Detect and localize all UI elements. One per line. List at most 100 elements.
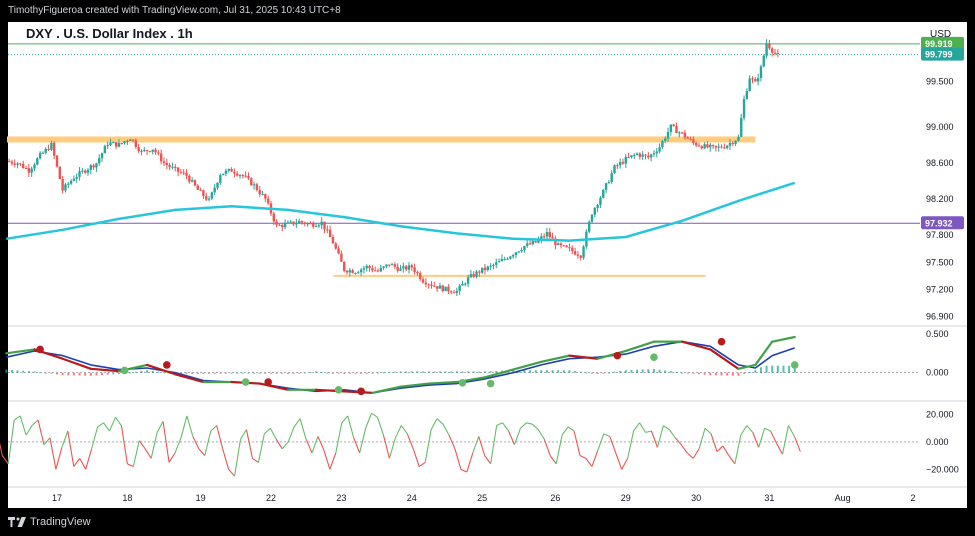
candle-body [283,223,287,228]
momentum-axis-tick: −20.000 [926,464,959,474]
macd-histogram-bar [377,372,379,374]
candle-body [326,229,329,231]
price-axis-tick: 99.000 [926,122,954,132]
candle-body [714,145,718,148]
candle-body [52,142,56,156]
candle-body [92,165,95,168]
candle-body [756,77,760,82]
macd-histogram-bar [692,372,695,374]
macd-histogram-bar [619,370,622,373]
candle-body [709,144,712,148]
candle-body [148,151,152,153]
macd-histogram-bar [776,365,779,373]
macd-histogram-bar [562,370,565,373]
macd-histogram-bar [275,372,278,374]
candle-body [419,273,422,280]
macd-histogram-bar [472,371,475,373]
macd-histogram-bar [33,371,36,373]
candle-body [531,241,535,245]
candle-body [590,214,594,222]
candle-body [472,274,475,277]
candle-body [444,286,447,292]
macd-line-segment [427,380,458,385]
macd-histogram-bar [253,372,256,374]
candle-body [185,172,188,176]
macd-histogram-bar [56,372,58,375]
macd-histogram-bar [337,372,340,374]
candle-body [390,264,394,266]
macd-histogram-bar [101,372,104,376]
candle-body [174,166,177,168]
macd-histogram-bar [208,372,211,374]
candle-body [328,229,332,238]
macd-histogram-bar [22,370,25,373]
candle-body [210,192,214,199]
candle-body [250,178,253,186]
candle-body [247,175,250,179]
macd-histogram-bar [354,372,357,374]
candle-body [396,266,399,271]
macd-histogram-bar [382,372,385,374]
macd-histogram-bar [714,372,717,376]
candle-body [359,269,363,273]
macd-histogram-bar [67,372,70,376]
candle-body [114,142,118,147]
candle-body [562,245,566,247]
candle-body [655,151,658,154]
candle-body [300,221,304,223]
candle-body [579,255,582,258]
candle-body [658,147,661,152]
macd-histogram-bar [72,372,75,376]
price-axis-tick: 97.200 [926,284,954,294]
candle-body [700,146,704,149]
candle-body [7,161,11,163]
candle-body [190,180,194,182]
candle-body [168,164,171,168]
candle-body [672,124,675,127]
candle-body [306,223,309,225]
macd-histogram-bar [607,372,610,374]
candle-body [565,245,568,248]
brand-footer[interactable]: TradingView [8,516,91,528]
macd-cross-marker [120,366,129,375]
time-axis-tick: 29 [621,493,631,503]
chart-title: DXY . U.S. Dollar Index . 1h [26,26,193,41]
candle-body [450,291,453,293]
candle-body [199,189,202,191]
price-axis-tick: 97.500 [926,257,954,267]
candle-body [331,237,335,244]
chart-canvas[interactable]: 99.500 99.000 98.600 98.200 97.800 97.500 97.2… [0,0,975,536]
macd-histogram-bar [84,372,87,376]
candle-body [621,161,625,164]
macd-histogram-bar [636,369,639,373]
macd-histogram-bar [489,371,492,373]
momentum-line-segment [0,442,3,456]
macd-histogram-bar [241,372,244,374]
candle-body [30,168,33,173]
macd-histogram-bar [117,372,120,374]
macd-cross-marker [334,385,343,394]
macd-cross-marker [163,361,171,369]
macd-histogram-bar [258,372,261,374]
candle-body [137,147,140,152]
candle-body [697,145,701,147]
candle-body [720,146,723,148]
macd-histogram-bar [151,370,154,373]
macd-histogram-bar [326,372,329,374]
candle-body [182,172,185,174]
candle-body [557,243,560,246]
candle-body [469,274,473,278]
macd-histogram-bar [157,371,160,373]
price-axis-tick: 97.800 [926,230,954,240]
macd-histogram-bar [89,372,92,376]
macd-histogram-bar [602,372,605,374]
macd-histogram-bar [410,371,413,373]
macd-histogram-bar [309,371,312,373]
candle-body [145,150,149,152]
candle-body [41,152,45,154]
candle-body [382,266,385,269]
candle-body [686,137,689,139]
macd-histogram-bar [196,372,199,374]
candle-body [759,66,763,78]
candle-body [489,265,492,267]
